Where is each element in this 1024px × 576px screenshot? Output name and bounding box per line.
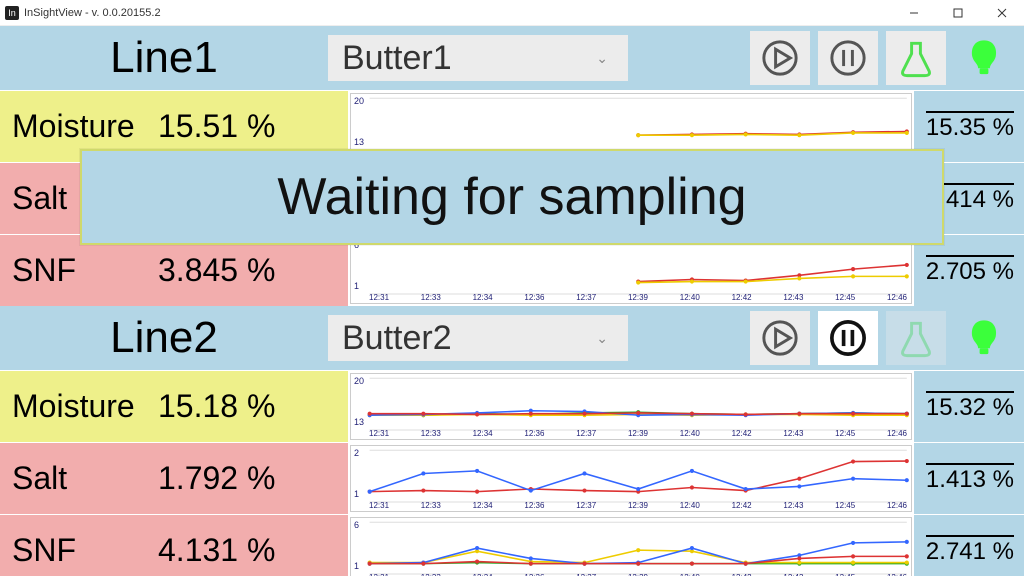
metric-average: 1.413 % [914,443,1024,514]
sample-flask-button[interactable] [886,31,946,85]
line-header: Line2 Butter2 ⌄ [0,306,1024,370]
pause-button[interactable] [818,31,878,85]
play-button[interactable] [750,31,810,85]
play-button[interactable] [750,311,810,365]
chart-x-ticks: 12:3112:3312:3412:3612:3712:3912:4012:42… [369,429,907,438]
chevron-down-icon: ⌄ [596,50,608,67]
metric-value: 15.18 % [158,371,348,442]
metric-value: 3.845 % [158,235,348,306]
status-bulb-button[interactable] [954,31,1014,85]
window-titlebar: In InSightView - v. 0.0.20155.2 [0,0,1024,26]
metric-row: SNF 4.131 % 6112:3112:3312:3412:3612:371… [0,514,1024,576]
line-header: Line1 Butter1 ⌄ [0,26,1024,90]
metric-average: 2.705 % [914,235,1024,306]
window-close-button[interactable] [980,0,1024,26]
metric-chart: 201312:3112:3312:3412:3612:3712:3912:401… [350,373,912,440]
window-title: InSightView - v. 0.0.20155.2 [24,7,161,19]
metric-chart: 2112:3112:3312:3412:3612:3712:3912:4012:… [350,445,912,512]
metric-chart: 6112:3112:3312:3412:3612:3712:3912:4012:… [350,237,912,304]
line-name: Line1 [0,33,328,83]
window-minimize-button[interactable] [892,0,936,26]
product-select[interactable]: Butter1 ⌄ [328,35,628,81]
metric-row: Salt 1.792 % 2112:3112:3312:3412:3612:37… [0,442,1024,514]
metric-value: 1.792 % [158,443,348,514]
line-name: Line2 [0,313,328,363]
product-select-value: Butter1 [342,39,452,78]
window-maximize-button[interactable] [936,0,980,26]
metric-label: Moisture [0,371,158,442]
metric-label: SNF [0,515,158,576]
metric-row: Moisture 15.18 % 201312:3112:3312:3412:3… [0,370,1024,442]
metric-label: SNF [0,235,158,306]
chart-x-ticks: 12:3112:3312:3412:3612:3712:3912:4012:42… [369,293,907,302]
product-select-value: Butter2 [342,319,452,358]
chart-x-ticks: 12:3112:3312:3412:3612:3712:3912:4012:42… [369,501,907,510]
sample-flask-button[interactable] [886,311,946,365]
metric-label: Salt [0,443,158,514]
product-select[interactable]: Butter2 ⌄ [328,315,628,361]
status-bulb-button[interactable] [954,311,1014,365]
metric-value: 4.131 % [158,515,348,576]
metric-average: 15.32 % [914,371,1024,442]
app-icon: In [5,6,19,20]
status-banner: Waiting for sampling [80,149,944,245]
metric-chart: 6112:3112:3312:3412:3612:3712:3912:4012:… [350,517,912,576]
metric-average: 2.741 % [914,515,1024,576]
chevron-down-icon: ⌄ [596,330,608,347]
pause-button[interactable] [818,311,878,365]
